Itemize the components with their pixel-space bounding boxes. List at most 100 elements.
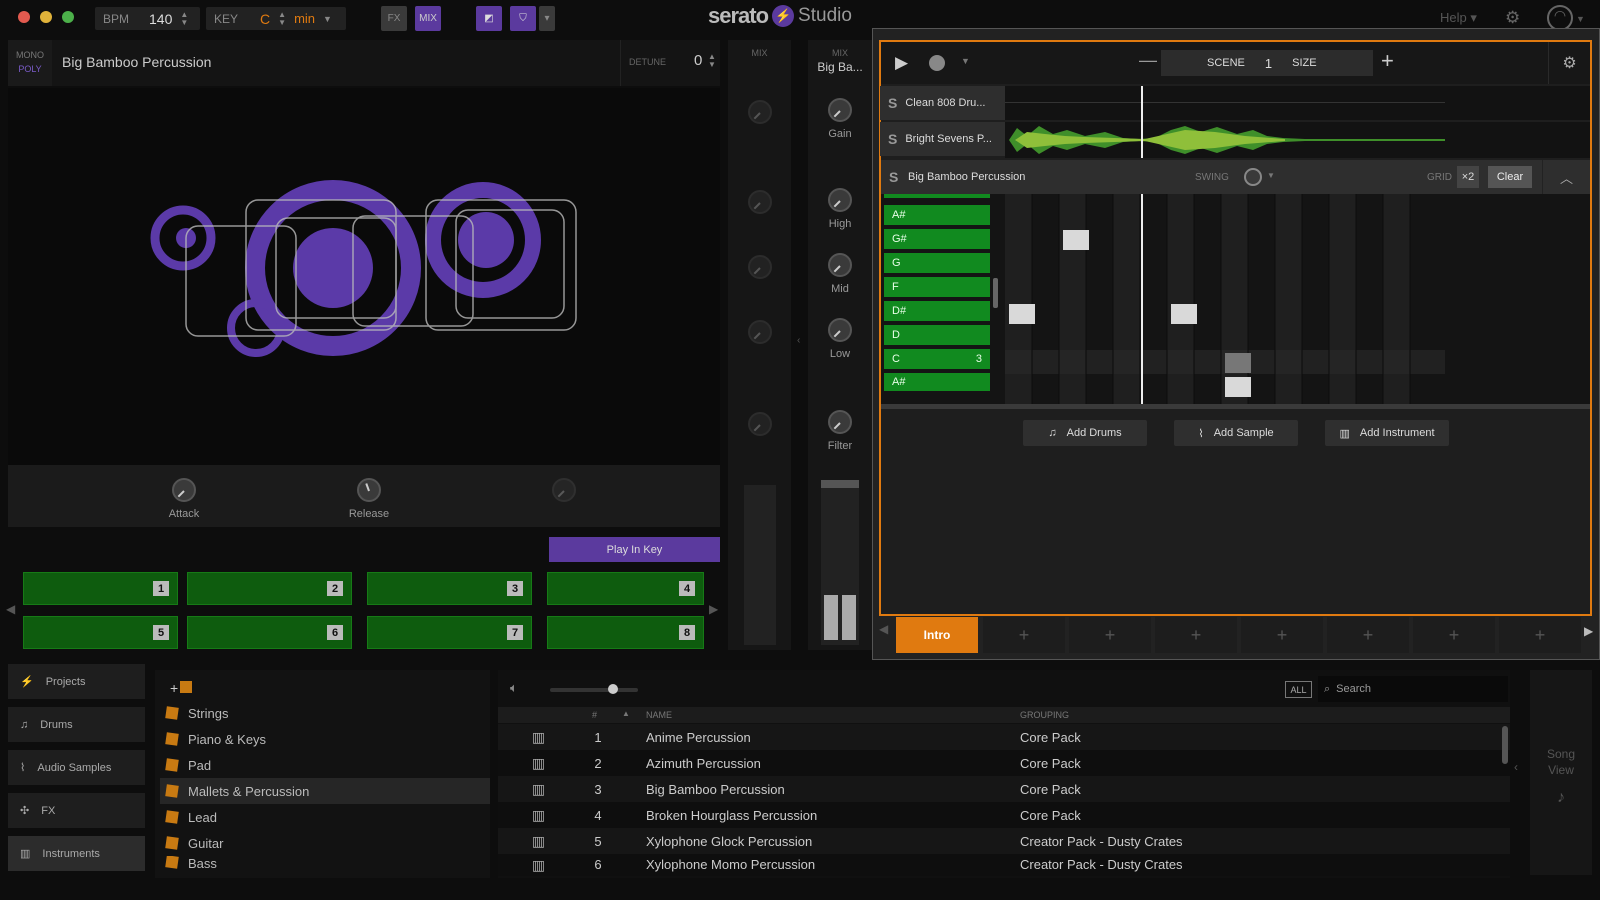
add-instrument-button[interactable]: ▥ Add Instrument <box>1325 420 1449 446</box>
note-a-sharp-low[interactable]: A# <box>884 373 990 391</box>
help-menu[interactable]: Help ▾ <box>1440 10 1477 26</box>
col-grouping[interactable]: GROUPING <box>1020 710 1069 720</box>
category-pad[interactable]: Pad <box>160 752 490 778</box>
scene-intro[interactable]: Intro <box>896 617 978 653</box>
piano-roll-scrollbar[interactable] <box>993 278 998 308</box>
sidebar-item-drums[interactable]: ♫ Drums <box>8 707 145 742</box>
add-sample-button[interactable]: ⌇ Add Sample <box>1174 420 1298 446</box>
table-row[interactable]: ▥ 4 Broken Hourglass Percussion Core Pack <box>498 802 1510 828</box>
mix-button[interactable]: MIX <box>415 6 441 31</box>
mono-option[interactable]: MONO <box>8 48 52 62</box>
master-filter-knob[interactable] <box>748 412 772 436</box>
category-lead[interactable]: Lead <box>160 804 490 830</box>
mono-poly-toggle[interactable]: MONO POLY <box>8 40 52 86</box>
filter-all-toggle[interactable]: ALL <box>1285 681 1312 698</box>
record-icon[interactable] <box>929 55 945 71</box>
play-in-key-button[interactable]: Play In Key <box>549 537 720 562</box>
bpm-value[interactable]: 140 <box>149 11 172 27</box>
scene-add-slot[interactable]: + <box>1327 617 1409 653</box>
grid-note[interactable] <box>1225 353 1251 373</box>
col-num[interactable]: # <box>592 710 597 720</box>
grid-note[interactable] <box>1063 230 1089 250</box>
grid-note[interactable] <box>1009 304 1035 324</box>
fader-handle[interactable] <box>821 480 859 488</box>
sidebar-item-instruments[interactable]: ▥ Instruments <box>8 836 145 871</box>
fx-button[interactable]: FX <box>381 6 407 31</box>
chevron-left-icon[interactable]: ‹ <box>797 335 800 346</box>
scene-add-slot[interactable]: + <box>1241 617 1323 653</box>
pad-4[interactable]: 4 <box>547 572 704 605</box>
shield-icon[interactable]: ⛉ <box>510 6 536 31</box>
sidebar-item-audio-samples[interactable]: ⌇ Audio Samples <box>8 750 145 785</box>
song-view-button[interactable]: Song View ♪ <box>1530 670 1592 875</box>
piano-roll-view-icon[interactable]: ◩ <box>476 6 502 31</box>
poly-option[interactable]: POLY <box>8 62 52 76</box>
note-f[interactable]: F <box>884 277 990 297</box>
library-scrollbar[interactable] <box>1502 726 1508 764</box>
close-window-button[interactable] <box>18 11 30 23</box>
pad-6[interactable]: 6 <box>187 616 352 649</box>
chevron-down-icon[interactable]: ▼ <box>1267 171 1275 180</box>
master-high-knob[interactable] <box>748 190 772 214</box>
table-row[interactable]: ▥ 5 Xylophone Glock Percussion Creator Pack… <box>498 828 1510 854</box>
track-bright-sevens-waveform[interactable] <box>1005 122 1590 158</box>
preview-volume-slider[interactable] <box>550 684 638 694</box>
grid-note[interactable] <box>1225 377 1251 397</box>
bpm-stepper-icon[interactable]: ▲ ▼ <box>180 10 188 27</box>
chevron-left-icon[interactable]: ◀ <box>6 602 15 616</box>
master-low-knob[interactable] <box>748 320 772 344</box>
track-bright-sevens[interactable]: S Bright Sevens P... <box>880 122 1005 156</box>
col-name[interactable]: NAME <box>646 710 672 720</box>
robot-icon[interactable]: ⚙ <box>1548 42 1590 84</box>
scene-minus-button[interactable]: — <box>1139 50 1157 71</box>
grid-note[interactable] <box>1171 304 1197 324</box>
channel-volume-fader[interactable] <box>821 480 859 645</box>
pad-2[interactable]: 2 <box>187 572 352 605</box>
key-value[interactable]: C <box>260 11 270 27</box>
chevron-left-icon[interactable]: ◀ <box>879 622 888 636</box>
chevron-up-icon[interactable]: ︿ <box>1542 160 1590 194</box>
chevron-down-icon[interactable]: ▼ <box>323 14 332 24</box>
swing-knob[interactable] <box>1244 168 1262 186</box>
detune-stepper-icon[interactable]: ▲ ▼ <box>708 53 716 69</box>
pad-3[interactable]: 3 <box>367 572 532 605</box>
pad-8[interactable]: 8 <box>547 616 704 649</box>
chevron-left-icon[interactable]: ‹ <box>1514 760 1518 774</box>
sort-up-icon[interactable]: ▲ <box>622 709 630 718</box>
maximize-window-button[interactable] <box>62 11 74 23</box>
table-row[interactable]: ▥ 3 Big Bamboo Percussion Core Pack <box>498 776 1510 802</box>
category-mallets-percussion[interactable]: Mallets & Percussion <box>160 778 490 804</box>
master-volume-fader[interactable] <box>744 485 776 645</box>
table-row[interactable]: ▥ 6 Xylophone Momo Percussion Creator Pack … <box>498 854 1510 876</box>
scene-add-slot[interactable]: + <box>1155 617 1237 653</box>
gear-icon[interactable]: ⚙ <box>1505 8 1520 28</box>
category-guitar[interactable]: Guitar <box>160 830 490 856</box>
piano-roll-resize-handle[interactable] <box>881 404 1590 409</box>
note-g-sharp[interactable]: G# <box>884 229 990 249</box>
scene-plus-button[interactable]: + <box>1381 48 1394 74</box>
chevron-right-icon[interactable]: ▶ <box>709 602 718 616</box>
note-d[interactable]: D <box>884 325 990 345</box>
slider-handle[interactable] <box>608 684 618 694</box>
master-gain-knob[interactable] <box>748 100 772 124</box>
sidebar-item-projects[interactable]: ⚡ Projects <box>8 664 145 699</box>
detune-value[interactable]: 0 <box>694 52 702 69</box>
scale-value[interactable]: min <box>294 11 315 26</box>
sidebar-item-fx[interactable]: ✣ FX <box>8 793 145 828</box>
category-strings[interactable]: Strings <box>160 700 490 726</box>
key-control[interactable]: KEY C ▲ ▼ min ▼ <box>206 7 346 30</box>
play-icon[interactable]: ▶ <box>895 53 908 73</box>
minimize-window-button[interactable] <box>40 11 52 23</box>
pad-5[interactable]: 5 <box>23 616 178 649</box>
high-knob[interactable]: High <box>810 188 870 230</box>
scene-add-slot[interactable]: + <box>983 617 1065 653</box>
track-clean-808-lane[interactable] <box>1005 86 1590 120</box>
note-d-sharp[interactable]: D# <box>884 301 990 321</box>
table-row[interactable]: ▥ 2 Azimuth Percussion Core Pack <box>498 750 1510 776</box>
bpm-control[interactable]: BPM 140 ▲ ▼ <box>95 7 200 30</box>
chevron-right-icon[interactable]: ▶ <box>1584 624 1593 638</box>
low-knob[interactable]: Low <box>810 318 870 360</box>
grid-multiplier-button[interactable]: ×2 <box>1457 166 1479 188</box>
mid-knob[interactable]: Mid <box>810 253 870 295</box>
chevron-down-icon[interactable]: ▼ <box>1576 14 1585 24</box>
